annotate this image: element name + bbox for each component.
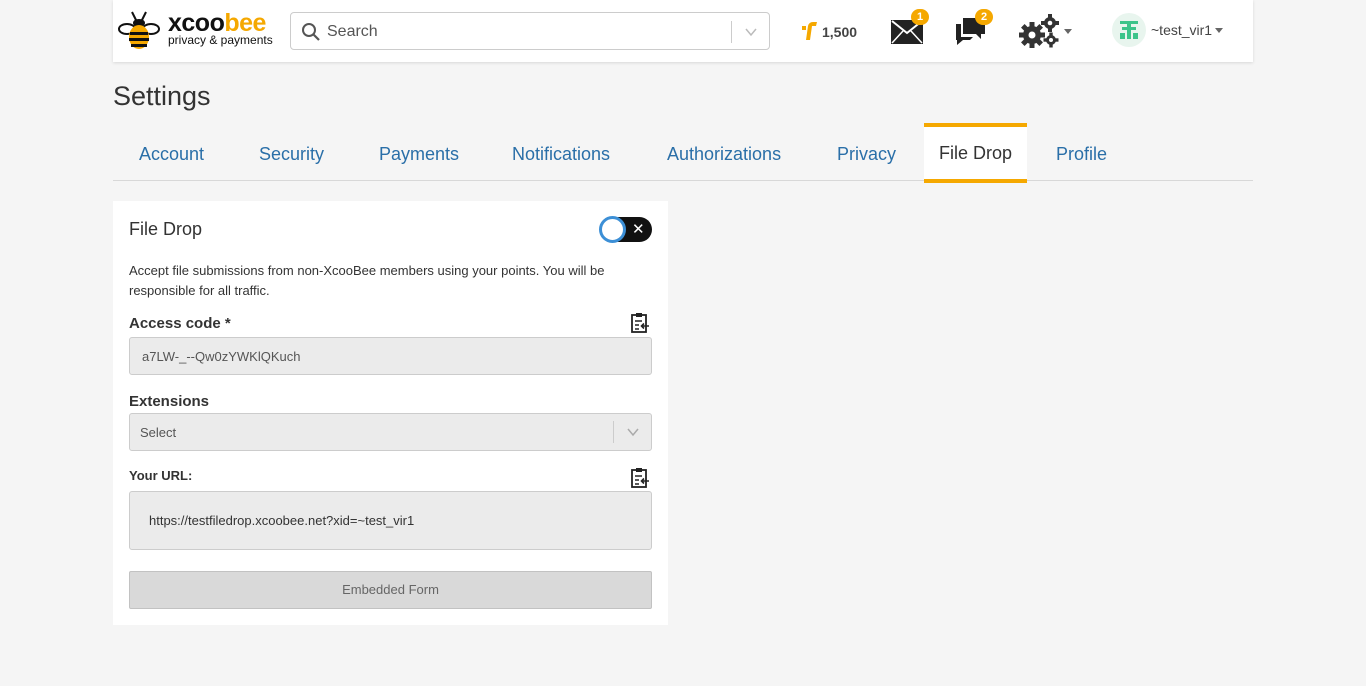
search-input[interactable]: Search (290, 12, 770, 50)
tab-file-drop[interactable]: File Drop (924, 123, 1027, 183)
bee-logo-icon (118, 11, 160, 49)
gears-icon (1019, 14, 1059, 48)
file-drop-card: File Drop ✕ Accept file submissions from… (113, 201, 668, 625)
tab-security[interactable]: Security (259, 123, 324, 181)
caret-down-icon[interactable] (1215, 28, 1223, 33)
close-icon: ✕ (632, 221, 645, 238)
your-url-field[interactable]: https://testfiledrop.xcoobee.net?xid=~te… (129, 491, 652, 550)
points-value: 1,500 (822, 24, 858, 40)
access-code-field[interactable]: a7LW-_--Qw0zYWKlQKuch (129, 337, 652, 375)
tab-authorizations[interactable]: Authorizations (667, 123, 781, 181)
tab-account[interactable]: Account (139, 123, 204, 181)
chats-button[interactable]: 2 (954, 9, 993, 46)
your-url-label: Your URL: (129, 468, 193, 483)
tab-notifications[interactable]: Notifications (512, 123, 610, 181)
points-icon (802, 22, 817, 40)
logo-tagline: privacy & payments (168, 33, 273, 47)
file-drop-description: Accept file submissions from non-XcooBee… (129, 263, 605, 298)
your-url-value: https://testfiledrop.xcoobee.net?xid=~te… (149, 513, 415, 528)
search-placeholder: Search (327, 23, 378, 40)
chevron-down-icon[interactable] (744, 25, 758, 39)
messages-button[interactable]: 1 (890, 9, 929, 46)
avatar-icon (1120, 21, 1138, 39)
tab-payments[interactable]: Payments (379, 123, 459, 181)
settings-tabs: Account Security Payments Notifications … (113, 123, 1253, 183)
settings-menu-button[interactable] (1018, 13, 1074, 49)
avatar[interactable] (1112, 13, 1146, 47)
tab-profile[interactable]: Profile (1056, 123, 1107, 181)
page-title: Settings (113, 81, 211, 111)
chats-badge: 2 (975, 9, 993, 25)
xcoobee-logo[interactable]: xcoobee privacy & payments (118, 10, 278, 50)
card-title: File Drop (129, 219, 203, 239)
search-divider (731, 21, 732, 43)
extensions-placeholder: Select (140, 425, 177, 440)
embedded-form-button[interactable]: Embedded Form (129, 571, 652, 609)
toggle-knob (599, 216, 626, 243)
extensions-select[interactable]: Select (129, 413, 652, 451)
chevron-down-icon[interactable] (626, 425, 640, 439)
username[interactable]: ~test_vir1 (1151, 22, 1212, 38)
caret-down-icon (1064, 29, 1072, 34)
search-icon (302, 23, 320, 41)
file-drop-toggle[interactable]: ✕ (599, 216, 652, 243)
copy-to-clipboard-icon[interactable] (630, 312, 650, 334)
access-code-label: Access code * (129, 315, 231, 332)
extensions-label: Extensions (129, 393, 210, 410)
copy-to-clipboard-icon[interactable] (630, 467, 650, 489)
top-header: xcoobee privacy & payments Search 1,500 … (113, 0, 1253, 62)
tab-privacy[interactable]: Privacy (837, 123, 896, 181)
select-divider (613, 421, 614, 443)
messages-badge: 1 (911, 9, 929, 25)
